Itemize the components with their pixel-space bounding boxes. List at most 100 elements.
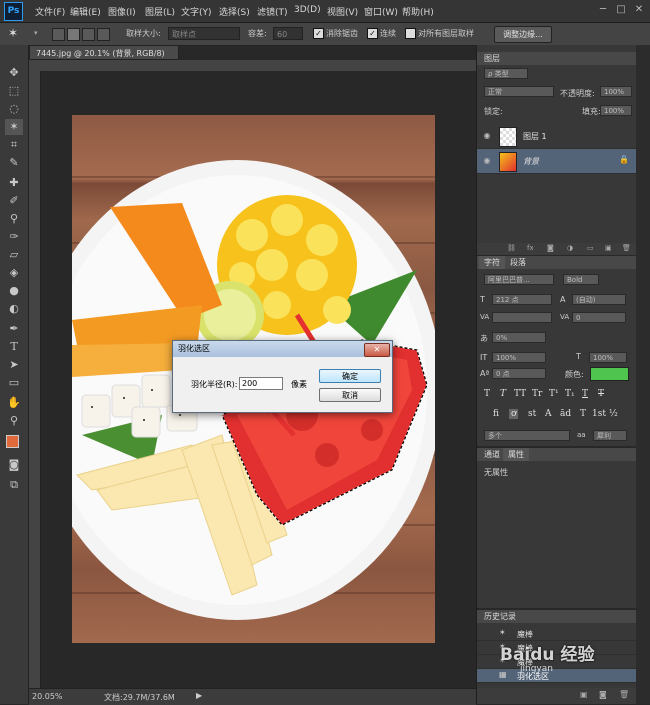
hand-tool-icon[interactable]: ✋ — [5, 395, 23, 411]
magic-wand-icon[interactable]: ✶ — [8, 26, 18, 40]
menu-edit[interactable]: 编辑(E) — [70, 5, 101, 18]
tolerance-input[interactable]: 60 — [273, 27, 303, 40]
paragraph-tab[interactable]: 段落 — [505, 256, 531, 269]
magic-wand-tool-icon[interactable]: ✶ — [5, 119, 23, 135]
link-layers-icon[interactable]: ⛓ — [507, 244, 516, 252]
pen-tool-icon[interactable]: ✒ — [5, 321, 23, 337]
tracking-input[interactable]: 0 — [572, 312, 626, 323]
history-brush-icon[interactable]: ✑ — [5, 229, 23, 245]
new-layer-icon[interactable]: ▣ — [605, 244, 612, 252]
old-style-button[interactable]: ơ — [509, 409, 519, 419]
maximize-button[interactable]: □ — [614, 3, 628, 17]
fractions-button[interactable]: ½ — [609, 409, 618, 419]
strikethrough-button[interactable]: T — [598, 389, 604, 399]
move-tool-icon[interactable]: ✥ — [5, 65, 23, 81]
preset-dropdown-icon[interactable]: ▾ — [34, 29, 38, 37]
adjustment-icon[interactable]: ◑ — [567, 244, 573, 252]
channels-tab[interactable]: 通道 — [479, 448, 505, 461]
vertical-scale-input[interactable]: 100% — [492, 352, 546, 363]
menu-file[interactable]: 文件(F) — [35, 5, 65, 18]
dodge-tool-icon[interactable]: ◐ — [5, 301, 23, 317]
underline-button[interactable]: T — [582, 389, 588, 399]
ok-button[interactable]: 确定 — [319, 369, 381, 383]
screen-mode-icon[interactable]: ⧉ — [5, 477, 23, 493]
ordinals-button[interactable]: 1st — [592, 409, 606, 419]
close-window-button[interactable]: ✕ — [632, 3, 646, 17]
add-selection-icon[interactable] — [67, 28, 80, 41]
tsume-input[interactable]: 0% — [492, 332, 546, 343]
shape-tool-icon[interactable]: ▭ — [5, 375, 23, 391]
healing-tool-icon[interactable]: ✚ — [5, 175, 23, 191]
minimize-button[interactable]: ─ — [596, 3, 610, 17]
blur-tool-icon[interactable]: ● — [5, 283, 23, 299]
text-color-swatch[interactable] — [590, 367, 629, 381]
menu-filter[interactable]: 滤镜(T) — [257, 5, 288, 18]
menu-image[interactable]: 图像(I) — [108, 5, 136, 18]
bucket-tool-icon[interactable]: ◈ — [5, 265, 23, 281]
subscript-button[interactable]: T₁ — [565, 389, 575, 399]
layer-name[interactable]: 背景 — [523, 156, 539, 167]
faux-bold-button[interactable]: T — [484, 389, 490, 399]
foreground-color-swatch[interactable] — [6, 435, 19, 448]
folder-icon[interactable]: ▭ — [587, 244, 594, 252]
crop-tool-icon[interactable]: ⌗ — [5, 137, 23, 153]
properties-tab[interactable]: 属性 — [503, 448, 529, 461]
antialias-select[interactable]: 犀利 — [593, 430, 627, 441]
menu-select[interactable]: 选择(S) — [219, 5, 250, 18]
layer-row[interactable]: ◉ 图层 1 — [477, 124, 636, 149]
menu-type[interactable]: 文字(Y) — [181, 5, 212, 18]
history-tab[interactable]: 历史记录 — [479, 610, 521, 623]
font-style-select[interactable]: Bold — [563, 274, 599, 285]
sample-size-select[interactable]: 取样点 — [168, 27, 240, 40]
eye-icon[interactable]: ◉ — [482, 156, 492, 166]
history-item[interactable]: ✶ 魔棒 — [477, 627, 636, 641]
subtract-selection-icon[interactable] — [82, 28, 95, 41]
layer-row-selected[interactable]: ◉ 背景 🔒 — [477, 149, 636, 174]
small-caps-button[interactable]: Tr — [532, 389, 542, 399]
menu-3d[interactable]: 3D(D) — [294, 5, 321, 15]
font-size-input[interactable]: 212 点 — [492, 294, 552, 305]
new-selection-icon[interactable] — [52, 28, 65, 41]
stylistic-alternates-button[interactable]: ād — [560, 409, 571, 419]
new-document-icon[interactable]: ▣ — [580, 690, 588, 699]
lasso-tool-icon[interactable]: ◌ — [5, 101, 23, 117]
kerning-input[interactable] — [492, 312, 552, 323]
path-select-icon[interactable]: ➤ — [5, 357, 23, 373]
character-tab[interactable]: 字符 — [479, 256, 505, 269]
ligature-button[interactable]: fi — [493, 409, 499, 419]
intersect-selection-icon[interactable] — [97, 28, 110, 41]
contiguous-checkbox[interactable]: ✓ — [367, 28, 378, 39]
trash-icon[interactable]: 🗑 — [619, 690, 629, 699]
menu-view[interactable]: 视图(V) — [327, 5, 358, 18]
cancel-button[interactable]: 取消 — [319, 388, 381, 402]
superscript-button[interactable]: T¹ — [549, 389, 559, 399]
type-tool-icon[interactable]: T — [5, 339, 23, 355]
zoom-tool-icon[interactable]: ⚲ — [5, 413, 23, 429]
trash-icon[interactable]: 🗑 — [622, 244, 631, 252]
mask-icon[interactable]: ◙ — [547, 244, 554, 252]
brush-tool-icon[interactable]: ✐ — [5, 193, 23, 209]
discretionary-ligature-button[interactable]: st — [528, 409, 536, 419]
antialias-checkbox[interactable]: ✓ — [313, 28, 324, 39]
menu-layer[interactable]: 图层(L) — [145, 5, 175, 18]
titling-button[interactable]: T — [580, 409, 586, 419]
menu-help[interactable]: 帮助(H) — [402, 5, 434, 18]
feather-radius-input[interactable] — [239, 377, 283, 390]
eyedropper-tool-icon[interactable]: ✎ — [5, 155, 23, 171]
layer-name[interactable]: 图层 1 — [523, 131, 547, 142]
dialog-close-button[interactable]: ✕ — [364, 343, 390, 357]
opacity-input[interactable]: 100% — [600, 86, 632, 97]
font-family-select[interactable]: 阿里巴巴普... — [484, 274, 554, 285]
refine-edge-button[interactable]: 调整边缘... — [494, 26, 552, 43]
baseline-input[interactable]: 0 点 — [492, 368, 546, 379]
layer-filter-select[interactable]: ρ 类型 — [484, 68, 528, 79]
horizontal-scale-input[interactable]: 100% — [589, 352, 627, 363]
fx-icon[interactable]: fx — [527, 244, 534, 252]
faux-italic-button[interactable]: T — [500, 389, 506, 399]
history-item-selected[interactable]: ▦ 羽化选区 — [477, 669, 636, 683]
menu-window[interactable]: 窗口(W) — [364, 5, 398, 18]
swash-button[interactable]: A — [545, 409, 552, 419]
snapshot-icon[interactable]: ◙ — [599, 690, 607, 699]
status-menu-arrow-icon[interactable]: ▶ — [196, 691, 202, 700]
marquee-tool-icon[interactable]: ⬚ — [5, 83, 23, 99]
